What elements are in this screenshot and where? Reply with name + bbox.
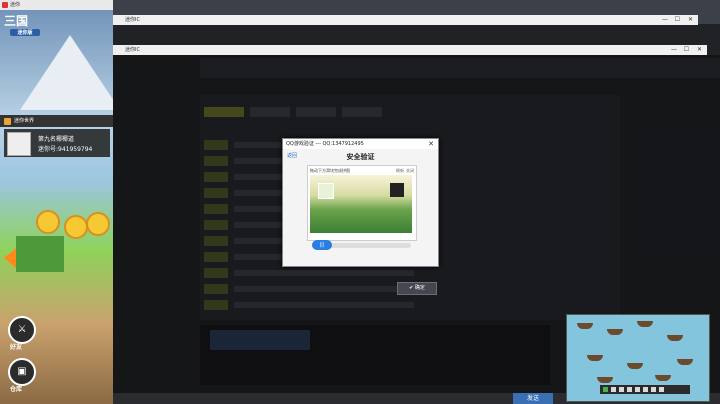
minimize-button[interactable]: — bbox=[662, 15, 668, 25]
tool-icon[interactable] bbox=[611, 387, 616, 392]
close-button[interactable]: ✕ bbox=[688, 15, 693, 25]
minimize-button[interactable]: — bbox=[671, 45, 677, 55]
left-window-titlebar: 迷你 bbox=[0, 0, 113, 10]
logo-main: 三国 bbox=[4, 14, 29, 28]
slider-handle[interactable]: ||| bbox=[312, 240, 332, 250]
ship-icon bbox=[627, 363, 643, 369]
map-toolbar bbox=[600, 385, 690, 394]
game-logo: 三国 迷你版 bbox=[4, 12, 48, 42]
grass-block bbox=[16, 236, 64, 272]
close-button[interactable]: ✕ bbox=[697, 45, 702, 55]
mini-world-banner[interactable]: 迷你世界 bbox=[0, 115, 113, 127]
friends-label: 好友 bbox=[10, 344, 23, 351]
player-id: 迷你号:941959794 bbox=[38, 146, 93, 153]
captcha-box: 拖动下方滑块完成拼图 刷新 关闭 bbox=[307, 165, 417, 241]
dialog-close-icon[interactable]: ✕ bbox=[428, 139, 434, 149]
puzzle-hole bbox=[390, 183, 404, 197]
friends-icon: ⚔ bbox=[17, 324, 27, 335]
sunflower-icon bbox=[64, 215, 88, 239]
captcha-hint: 拖动下方滑块完成拼图 bbox=[310, 168, 350, 173]
logo-sub: 迷你版 bbox=[10, 29, 40, 36]
dialog-window-title: QQ游戏验证 --- QQ:1347912495 bbox=[286, 141, 364, 147]
confirm-label: 确定 bbox=[414, 285, 425, 291]
tool-icon[interactable] bbox=[635, 387, 640, 392]
tool-icon[interactable] bbox=[651, 387, 656, 392]
mini-world-icon bbox=[4, 118, 11, 125]
banner-label: 迷你世界 bbox=[14, 118, 35, 124]
ship-icon bbox=[587, 355, 603, 361]
tool-icon[interactable] bbox=[659, 387, 664, 392]
ship-icon bbox=[655, 375, 671, 381]
tool-icon[interactable] bbox=[619, 387, 624, 392]
window2-title: 迷你IC bbox=[125, 47, 140, 53]
window1-title: 迷你IC bbox=[125, 17, 140, 23]
window1-titlebar: 迷你IC — ☐ ✕ bbox=[113, 15, 698, 25]
ship-icon bbox=[637, 321, 653, 327]
ship-icon bbox=[597, 377, 613, 383]
tool-icon[interactable] bbox=[627, 387, 632, 392]
tool-icon[interactable] bbox=[603, 387, 608, 392]
arrow-left-icon[interactable] bbox=[4, 248, 16, 268]
refresh-button[interactable]: 刷新 bbox=[396, 168, 404, 174]
ship-icon bbox=[667, 335, 683, 341]
captcha-dialog: QQ游戏验证 --- QQ:1347912495 ✕ 返回 安全验证 拖动下方滑… bbox=[282, 138, 439, 267]
captcha-image bbox=[310, 175, 412, 233]
tool-icon[interactable] bbox=[643, 387, 648, 392]
ship-icon bbox=[607, 329, 623, 335]
app-icon bbox=[2, 2, 8, 8]
sunflower-icon bbox=[86, 212, 110, 236]
ship-icon bbox=[677, 359, 693, 365]
sunflower-icon bbox=[36, 210, 60, 234]
warehouse-icon: ▣ bbox=[17, 366, 27, 377]
left-window-title: 迷你 bbox=[10, 2, 21, 8]
dialog-heading: 安全验证 bbox=[346, 153, 375, 161]
window2-titlebar: 迷你IC — ☐ ✕ bbox=[113, 45, 707, 55]
warehouse-button[interactable]: ▣ bbox=[8, 358, 36, 386]
warehouse-label: 仓库 bbox=[10, 386, 23, 393]
puzzle-piece[interactable] bbox=[318, 183, 334, 199]
friends-button[interactable]: ⚔ bbox=[8, 316, 36, 344]
send-button[interactable]: 发送 bbox=[513, 393, 553, 404]
confirm-button[interactable]: ✔ 确定 bbox=[397, 282, 437, 295]
avatar bbox=[7, 132, 31, 156]
dialog-titlebar: QQ游戏验证 --- QQ:1347912495 ✕ bbox=[283, 139, 438, 149]
player-name: 第九名椰椰道 bbox=[38, 136, 75, 143]
left-game-panel: 迷你 三国 迷你版 迷你世界 第九名椰椰道 迷你号:941959794 ⚔ 好友… bbox=[0, 0, 113, 404]
player-profile-card[interactable]: 第九名椰椰道 迷你号:941959794 bbox=[4, 129, 110, 157]
captcha-close-button[interactable]: 关闭 bbox=[406, 168, 414, 174]
maximize-button[interactable]: ☐ bbox=[684, 45, 689, 55]
mountain-illustration bbox=[20, 35, 113, 110]
maximize-button[interactable]: ☐ bbox=[675, 15, 680, 25]
ship-icon bbox=[577, 323, 593, 329]
